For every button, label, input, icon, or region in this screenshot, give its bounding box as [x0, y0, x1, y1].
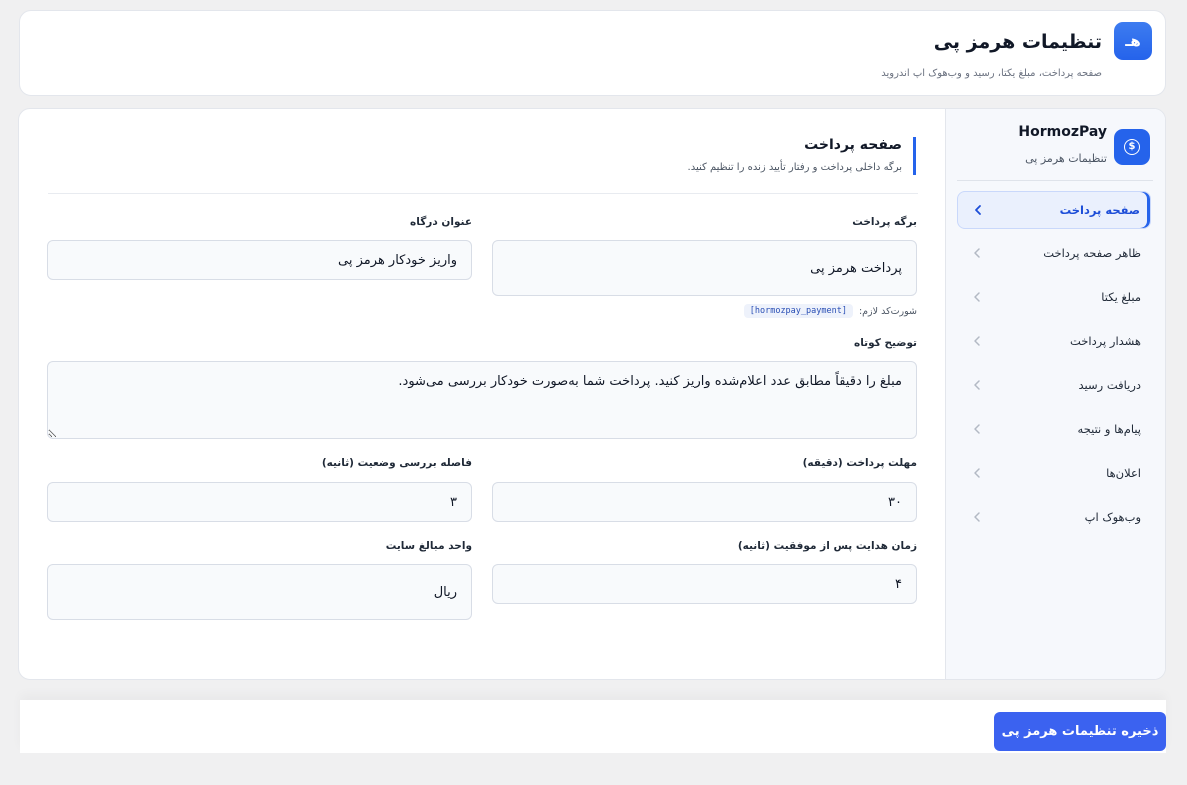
save-settings-button[interactable]: ذخیره تنظیمات هرمز پی	[994, 712, 1166, 751]
shortcode-label: شورت‌کد لازم:	[858, 305, 917, 317]
sidebar-item-label: پیام‌ها و نتیجه	[1077, 422, 1141, 436]
settings-panel: $ HormozPay تنظیمات هرمز پی صفحه پرداخت …	[18, 108, 1166, 680]
sidebar-item-messages[interactable]: پیام‌ها و نتیجه	[957, 411, 1151, 449]
check-interval-label: فاصله بررسی وضعیت (ثانیه)	[321, 457, 472, 469]
sidebar-item-payment-appearance[interactable]: ظاهر صفحه پرداخت	[957, 235, 1151, 273]
brand-name: HormozPay	[1018, 124, 1107, 140]
chevron-left-icon	[975, 205, 981, 215]
chevron-left-icon	[974, 512, 980, 522]
sidebar-item-label: هشدار پرداخت	[1069, 334, 1141, 348]
sidebar-item-label: مبلغ یکتا	[1101, 290, 1141, 304]
content-divider	[48, 193, 918, 194]
gateway-title-input[interactable]	[47, 240, 472, 280]
short-description-label: توضیح کوتاه	[854, 337, 917, 349]
sidebar-item-label: صفحه پرداخت	[1059, 203, 1140, 217]
sidebar-item-label: ظاهر صفحه پرداخت	[1043, 246, 1141, 260]
short-description-textarea[interactable]: مبلغ را دقیقاً مطابق عدد اعلام‌شده واریز…	[47, 361, 917, 439]
chevron-left-icon	[974, 248, 980, 258]
section-subtitle: برگه داخلی پرداخت و رفتار تأیید زنده را …	[687, 162, 902, 173]
page-subtitle: صفحه پرداخت، مبلغ یکتا، رسید و وب‌هوک اپ…	[881, 68, 1102, 79]
chevron-left-icon	[974, 468, 980, 478]
sidebar-item-receipt[interactable]: دریافت رسید	[957, 367, 1151, 405]
settings-sidebar: $ HormozPay تنظیمات هرمز پی صفحه پرداخت …	[945, 109, 1165, 679]
redirect-time-label: زمان هدایت پس از موفقیت (ثانیه)	[737, 540, 917, 552]
payment-deadline-label: مهلت پرداخت (دقیقه)	[802, 457, 917, 469]
check-interval-input[interactable]	[47, 482, 472, 522]
section-header: صفحه پرداخت برگه داخلی پرداخت و رفتار تأ…	[316, 137, 916, 175]
page-title: تنظیمات هرمز پی	[933, 31, 1102, 53]
sidebar-item-label: اعلان‌ها	[1106, 466, 1141, 480]
chevron-left-icon	[974, 380, 980, 390]
brand-subtitle: تنظیمات هرمز پی	[1025, 152, 1107, 165]
payment-deadline-input[interactable]	[492, 482, 917, 522]
payment-page-select[interactable]	[492, 240, 917, 296]
chevron-left-icon	[974, 336, 980, 346]
chevron-left-icon	[974, 424, 980, 434]
currency-unit-select[interactable]	[47, 564, 472, 620]
sidebar-item-notifications[interactable]: اعلان‌ها	[957, 455, 1151, 493]
shortcode-badge: [hormozpay_payment]	[743, 304, 853, 318]
section-title: صفحه پرداخت	[804, 137, 902, 153]
gateway-title-label: عنوان درگاه	[410, 216, 472, 228]
sidebar-item-unique-amount[interactable]: مبلغ یکتا	[957, 279, 1151, 317]
sidebar-item-payment-page[interactable]: صفحه پرداخت	[957, 191, 1151, 229]
sidebar-item-payment-alert[interactable]: هشدار پرداخت	[957, 323, 1151, 361]
payment-page-label: برگه پرداخت	[852, 216, 917, 228]
sidebar-item-app-webhook[interactable]: وب‌هوک اپ	[957, 499, 1151, 537]
header-card: هـ تنظیمات هرمز پی صفحه پرداخت، مبلغ یکت…	[19, 10, 1166, 96]
dollar-circle-icon: $	[1114, 129, 1150, 165]
sidebar-item-label: دریافت رسید	[1078, 378, 1141, 392]
plugin-logo-icon: هـ	[1114, 22, 1152, 60]
sidebar-item-label: وب‌هوک اپ	[1084, 510, 1141, 524]
shortcode-hint: شورت‌کد لازم: [hormozpay_payment]	[743, 303, 917, 319]
currency-unit-label: واحد مبالغ سایت	[385, 540, 472, 552]
redirect-time-input[interactable]	[492, 564, 917, 604]
chevron-left-icon	[974, 292, 980, 302]
sidebar-divider	[957, 180, 1153, 181]
